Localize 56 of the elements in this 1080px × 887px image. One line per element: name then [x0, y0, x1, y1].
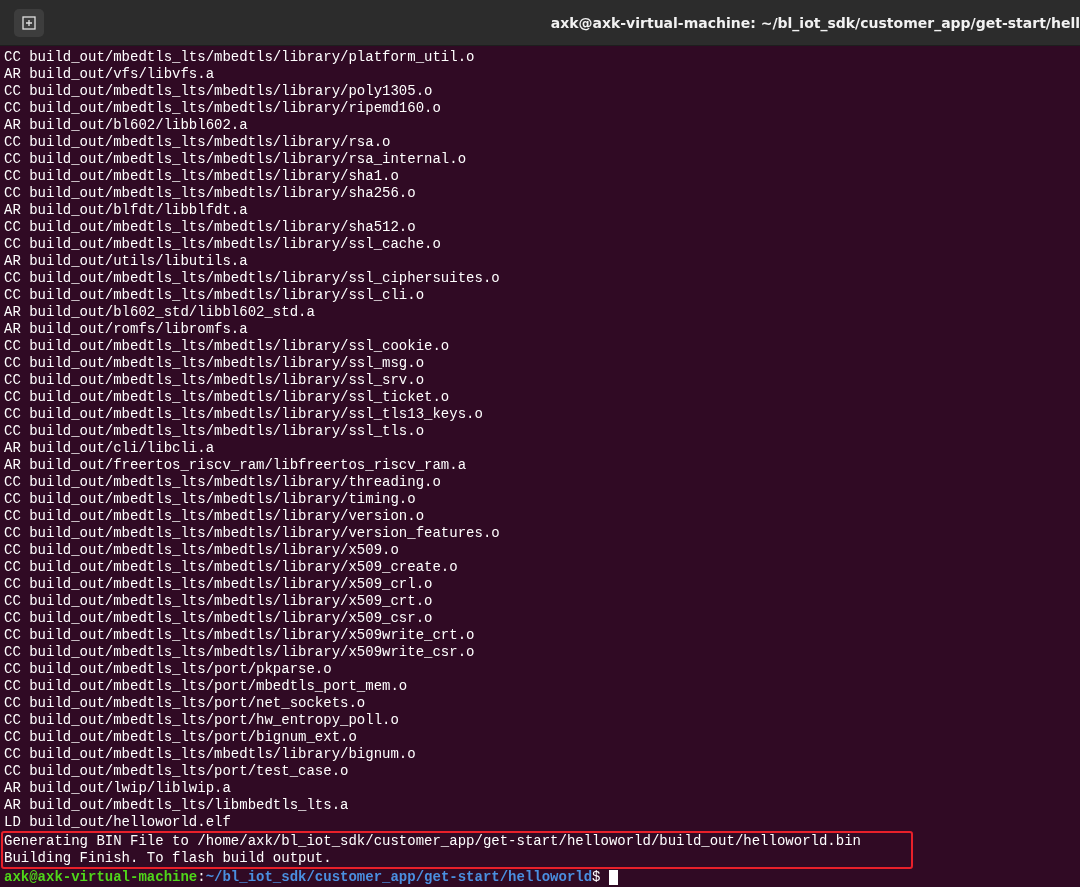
output-line: AR build_out/freertos_riscv_ram/libfreertos_riscv_ram.a — [4, 457, 467, 474]
output-line: AR build_out/lwip/liblwip.a — [4, 780, 231, 797]
prompt-user-host: axk@axk-virtual-machine — [4, 869, 198, 886]
output-line: CC build_out/mbedtls_lts/mbedtls/library/ssl_tls13_keys.o — [4, 406, 483, 423]
output-line: CC build_out/mbedtls_lts/port/mbedtls_port_mem.o — [4, 678, 408, 695]
output-line: CC build_out/mbedtls_lts/mbedtls/library/x509_csr.o — [4, 610, 433, 627]
new-tab-button[interactable] — [14, 8, 44, 37]
output-line: CC build_out/mbedtls_lts/port/net_sockets.o — [4, 695, 366, 712]
output-line: CC build_out/mbedtls_lts/mbedtls/library/ssl_msg.o — [4, 355, 425, 372]
output-line: CC build_out/mbedtls_lts/mbedtls/library/ssl_ciphersuites.o — [4, 270, 500, 287]
output-line: CC build_out/mbedtls_lts/mbedtls/library/x509_crl.o — [4, 576, 433, 593]
output-line: LD build_out/helloworld.elf — [4, 814, 231, 831]
output-line: CC build_out/mbedtls_lts/mbedtls/library/rsa_internal.o — [4, 151, 467, 168]
output-line: AR build_out/bl602/libbl602.a — [4, 117, 248, 134]
output-line: CC build_out/mbedtls_lts/mbedtls/library/poly1305.o — [4, 83, 433, 100]
output-line: CC build_out/mbedtls_lts/mbedtls/library/ssl_cache.o — [4, 236, 441, 253]
output-line: AR build_out/mbedtls_lts/libmbedtls_lts.a — [4, 797, 349, 814]
output-line: CC build_out/mbedtls_lts/mbedtls/library/sha512.o — [4, 219, 416, 236]
output-line: CC build_out/mbedtls_lts/mbedtls/library/version.o — [4, 508, 425, 525]
output-line: CC build_out/mbedtls_lts/port/bignum_ext.o — [4, 729, 357, 746]
text-cursor — [608, 870, 618, 885]
output-line: CC build_out/mbedtls_lts/mbedtls/library/x509.o — [4, 542, 399, 559]
window-title: axk@axk-virtual-machine: ~/bl_iot_sdk/customer_app/get-start/hell — [550, 14, 1080, 31]
output-line: CC build_out/mbedtls_lts/mbedtls/library/ssl_ticket.o — [4, 389, 450, 406]
output-line: CC build_out/mbedtls_lts/mbedtls/library/ssl_cookie.o — [4, 338, 450, 355]
output-line: CC build_out/mbedtls_lts/mbedtls/library/sha256.o — [4, 185, 416, 202]
output-line: CC build_out/mbedtls_lts/mbedtls/library/version_features.o — [4, 525, 500, 542]
prompt-symbol: $ — [592, 869, 601, 886]
new-tab-icon — [22, 15, 36, 30]
output-line: AR build_out/vfs/libvfs.a — [4, 66, 215, 83]
output-line: CC build_out/mbedtls_lts/mbedtls/library/ssl_srv.o — [4, 372, 425, 389]
output-line: AR build_out/romfs/libromfs.a — [4, 321, 248, 338]
output-line: CC build_out/mbedtls_lts/mbedtls/library/x509write_csr.o — [4, 644, 475, 661]
output-line: CC build_out/mbedtls_lts/port/hw_entropy_poll.o — [4, 712, 399, 729]
output-line: Generating BIN File to /home/axk/bl_iot_sdk/customer_app/get-start/helloworld/build_out/helloworld.bin — [4, 833, 861, 850]
output-line: CC build_out/mbedtls_lts/mbedtls/library/bignum.o — [4, 746, 416, 763]
output-line: CC build_out/mbedtls_lts/port/pkparse.o — [4, 661, 332, 678]
output-line: CC build_out/mbedtls_lts/mbedtls/library/timing.o — [4, 491, 416, 508]
output-line: CC build_out/mbedtls_lts/mbedtls/library/platform_util.o — [4, 49, 475, 66]
output-line: CC build_out/mbedtls_lts/mbedtls/library/threading.o — [4, 474, 441, 491]
output-line: CC build_out/mbedtls_lts/mbedtls/library/ssl_cli.o — [4, 287, 425, 304]
output-line: AR build_out/utils/libutils.a — [4, 253, 248, 270]
output-line: AR build_out/bl602_std/libbl602_std.a — [4, 304, 315, 321]
output-line: CC build_out/mbedtls_lts/mbedtls/library/x509_create.o — [4, 559, 458, 576]
output-line: AR build_out/cli/libcli.a — [4, 440, 215, 457]
prompt-path: ~/bl_iot_sdk/customer_app/get-start/helloworld — [205, 869, 593, 886]
output-line: AR build_out/blfdt/libblfdt.a — [4, 202, 248, 219]
output-line: CC build_out/mbedtls_lts/mbedtls/library/x509_crt.o — [4, 593, 433, 610]
output-line: CC build_out/mbedtls_lts/mbedtls/library/sha1.o — [4, 168, 399, 185]
output-line: Building Finish. To flash build output. — [4, 850, 332, 867]
output-line: CC build_out/mbedtls_lts/mbedtls/library/rsa.o — [4, 134, 391, 151]
prompt-separator: : — [197, 869, 206, 886]
output-line: CC build_out/mbedtls_lts/mbedtls/library/ripemd160.o — [4, 100, 441, 117]
output-line: CC build_out/mbedtls_lts/port/test_case.o — [4, 763, 349, 780]
output-line: CC build_out/mbedtls_lts/mbedtls/library/x509write_crt.o — [4, 627, 475, 644]
output-line: CC build_out/mbedtls_lts/mbedtls/library/ssl_tls.o — [4, 423, 425, 440]
